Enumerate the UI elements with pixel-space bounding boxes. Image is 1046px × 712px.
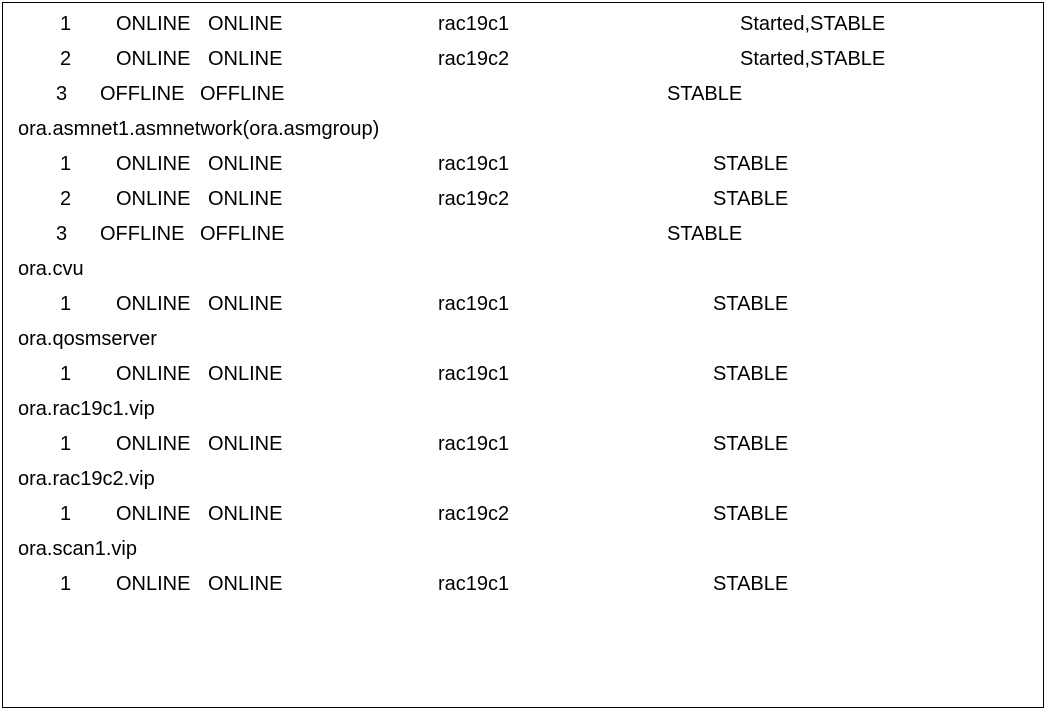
server-name: rac19c1 bbox=[308, 357, 633, 392]
instance-number: 1 bbox=[3, 497, 108, 532]
resource-label: ora.scan1.vip bbox=[3, 532, 1043, 567]
status-row: 1ONLINEONLINErac19c1STABLE bbox=[3, 287, 1043, 322]
target-state: ONLINE bbox=[108, 497, 208, 532]
target-state: OFFLINE bbox=[100, 217, 200, 252]
server-name: rac19c2 bbox=[308, 182, 633, 217]
status-row: 1ONLINEONLINErac19c2STABLE bbox=[3, 497, 1043, 532]
status-row: 3OFFLINEOFFLINESTABLE bbox=[3, 77, 1043, 112]
instance-number: 1 bbox=[3, 357, 108, 392]
target-state: ONLINE bbox=[108, 567, 208, 602]
status-row: 1ONLINEONLINErac19c1STABLE bbox=[3, 567, 1043, 602]
current-state: ONLINE bbox=[208, 427, 308, 462]
target-state: ONLINE bbox=[108, 42, 208, 77]
current-state: ONLINE bbox=[208, 42, 308, 77]
instance-number: 1 bbox=[3, 287, 108, 322]
target-state: ONLINE bbox=[108, 182, 208, 217]
status-row: 1ONLINEONLINErac19c1STABLE bbox=[3, 147, 1043, 182]
instance-number: 2 bbox=[3, 42, 108, 77]
status-row: 1ONLINEONLINErac19c1STABLE bbox=[3, 357, 1043, 392]
state-details: STABLE bbox=[633, 427, 1043, 462]
resource-label: ora.rac19c1.vip bbox=[3, 392, 1043, 427]
state-details: STABLE bbox=[633, 182, 1043, 217]
resource-label: ora.qosmserver bbox=[3, 322, 1043, 357]
state-details: Started,STABLE bbox=[633, 7, 1043, 42]
state-details: STABLE bbox=[625, 217, 1043, 252]
current-state: ONLINE bbox=[208, 497, 308, 532]
status-output: 1ONLINEONLINErac19c1Started,STABLE2ONLIN… bbox=[3, 7, 1043, 602]
current-state: ONLINE bbox=[208, 357, 308, 392]
current-state: OFFLINE bbox=[200, 77, 300, 112]
instance-number: 1 bbox=[3, 427, 108, 462]
server-name: rac19c2 bbox=[308, 497, 633, 532]
state-details: STABLE bbox=[625, 77, 1043, 112]
status-row: 1ONLINEONLINErac19c1STABLE bbox=[3, 427, 1043, 462]
resource-label: ora.rac19c2.vip bbox=[3, 462, 1043, 497]
server-name: rac19c1 bbox=[308, 147, 633, 182]
current-state: ONLINE bbox=[208, 567, 308, 602]
resource-label: ora.asmnet1.asmnetwork(ora.asmgroup) bbox=[3, 112, 1043, 147]
instance-number: 1 bbox=[3, 567, 108, 602]
instance-number: 3 bbox=[3, 217, 100, 252]
status-row: 2ONLINEONLINErac19c2STABLE bbox=[3, 182, 1043, 217]
instance-number: 1 bbox=[3, 7, 108, 42]
current-state: OFFLINE bbox=[200, 217, 300, 252]
target-state: ONLINE bbox=[108, 7, 208, 42]
state-details: STABLE bbox=[633, 357, 1043, 392]
server-name: rac19c1 bbox=[308, 287, 633, 322]
server-name: rac19c2 bbox=[308, 42, 633, 77]
target-state: ONLINE bbox=[108, 357, 208, 392]
server-name: rac19c1 bbox=[308, 427, 633, 462]
status-row: 3OFFLINEOFFLINESTABLE bbox=[3, 217, 1043, 252]
state-details: STABLE bbox=[633, 147, 1043, 182]
state-details: STABLE bbox=[633, 497, 1043, 532]
current-state: ONLINE bbox=[208, 7, 308, 42]
current-state: ONLINE bbox=[208, 182, 308, 217]
status-row: 1ONLINEONLINErac19c1Started,STABLE bbox=[3, 7, 1043, 42]
target-state: OFFLINE bbox=[100, 77, 200, 112]
current-state: ONLINE bbox=[208, 287, 308, 322]
target-state: ONLINE bbox=[108, 427, 208, 462]
output-container: 1ONLINEONLINErac19c1Started,STABLE2ONLIN… bbox=[2, 2, 1044, 708]
state-details: STABLE bbox=[633, 567, 1043, 602]
instance-number: 1 bbox=[3, 147, 108, 182]
status-row: 2ONLINEONLINErac19c2Started,STABLE bbox=[3, 42, 1043, 77]
target-state: ONLINE bbox=[108, 287, 208, 322]
state-details: STABLE bbox=[633, 287, 1043, 322]
target-state: ONLINE bbox=[108, 147, 208, 182]
server-name: rac19c1 bbox=[308, 567, 633, 602]
instance-number: 3 bbox=[3, 77, 100, 112]
server-name: rac19c1 bbox=[308, 7, 633, 42]
state-details: Started,STABLE bbox=[633, 42, 1043, 77]
instance-number: 2 bbox=[3, 182, 108, 217]
current-state: ONLINE bbox=[208, 147, 308, 182]
resource-label: ora.cvu bbox=[3, 252, 1043, 287]
